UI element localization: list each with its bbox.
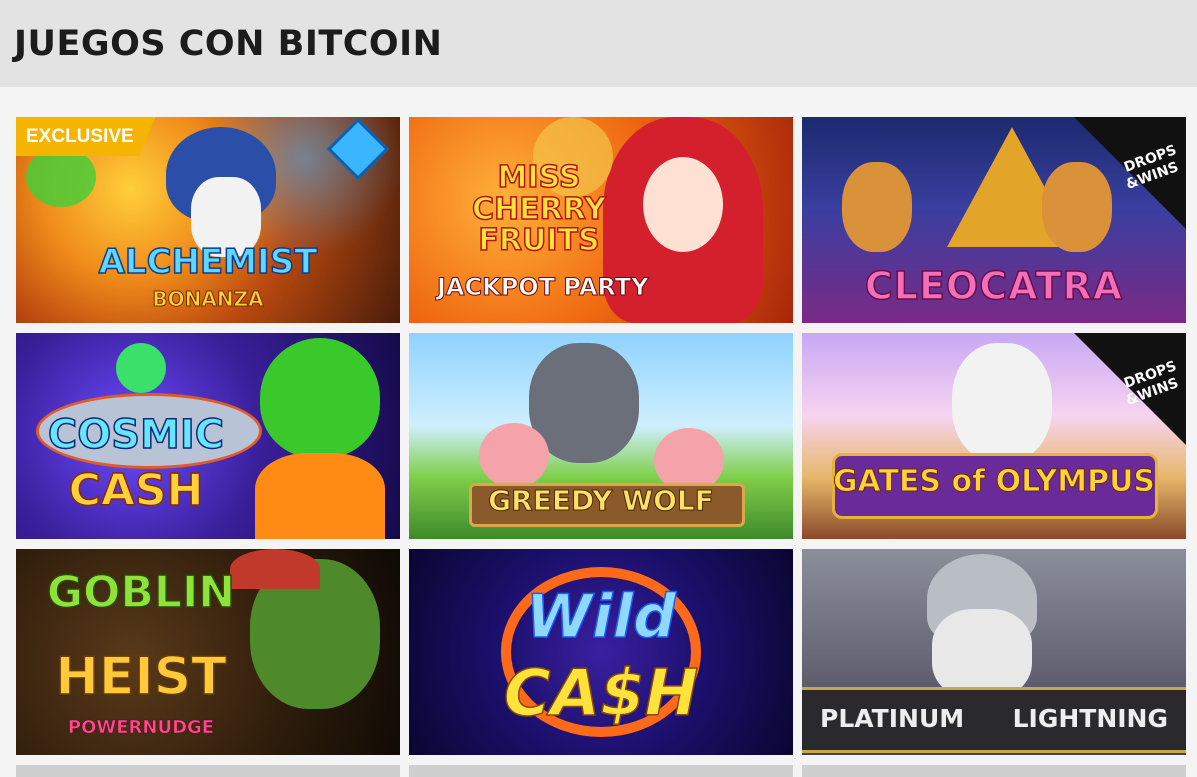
game-tile-goblin-heist[interactable]: GOBLIN HEIST POWERNUDGE (16, 549, 400, 755)
game-title: Wild (525, 582, 677, 652)
exclusive-badge: EXCLUSIVE (16, 117, 156, 156)
game-title: MISS CHERRY FRUITS (471, 160, 606, 258)
game-tile-partial[interactable] (16, 765, 400, 777)
game-title: CLEOCATRA (864, 264, 1124, 308)
game-tile-alchemist-bonanza[interactable]: EXCLUSIVE ALCHEMIST BONANZA (16, 117, 400, 323)
game-tile-platinum-lightning[interactable]: PLATINUM LIGHTNING (802, 549, 1186, 755)
game-title: GREEDY WOLF (488, 484, 715, 517)
game-subtitle: JACKPOT PARTY (437, 273, 650, 302)
game-title: COSMIC (47, 412, 225, 458)
game-subtitle: HEIST (55, 646, 228, 708)
game-tile-cosmic-cash[interactable]: COSMIC CASH (16, 333, 400, 539)
game-subtitle: CASH (68, 464, 204, 517)
game-subtitle: BONANZA (152, 287, 264, 312)
game-extra-label: POWERNUDGE (67, 717, 215, 739)
game-tile-partial[interactable] (409, 765, 793, 777)
game-title: PLATINUM (820, 704, 965, 733)
game-title: ALCHEMIST (98, 242, 318, 282)
drops-wins-badge: DROPS &WINS (1074, 117, 1186, 229)
game-tile-partial[interactable] (802, 765, 1186, 777)
game-tile-miss-cherry-fruits[interactable]: MISS CHERRY FRUITS JACKPOT PARTY (409, 117, 793, 323)
game-tile-wild-cash[interactable]: Wild CA$H (409, 549, 793, 755)
game-subtitle: CA$H (503, 656, 699, 732)
game-tile-greedy-wolf[interactable]: GREEDY WOLF (409, 333, 793, 539)
game-title: GOBLIN (46, 567, 236, 618)
page-header: JUEGOS CON BITCOIN (0, 0, 1197, 87)
game-tile-cleocatra[interactable]: CLEOCATRA DROPS &WINS (802, 117, 1186, 323)
game-title: GATES of OLYMPUS (832, 464, 1156, 499)
game-subtitle: LIGHTNING (1012, 704, 1168, 733)
game-tile-gates-of-olympus[interactable]: GATES of OLYMPUS DROPS &WINS (802, 333, 1186, 539)
drops-wins-badge: DROPS &WINS (1074, 333, 1186, 445)
page-title: JUEGOS CON BITCOIN (14, 23, 443, 64)
games-grid: EXCLUSIVE ALCHEMIST BONANZA MISS CHERRY … (16, 117, 1187, 777)
